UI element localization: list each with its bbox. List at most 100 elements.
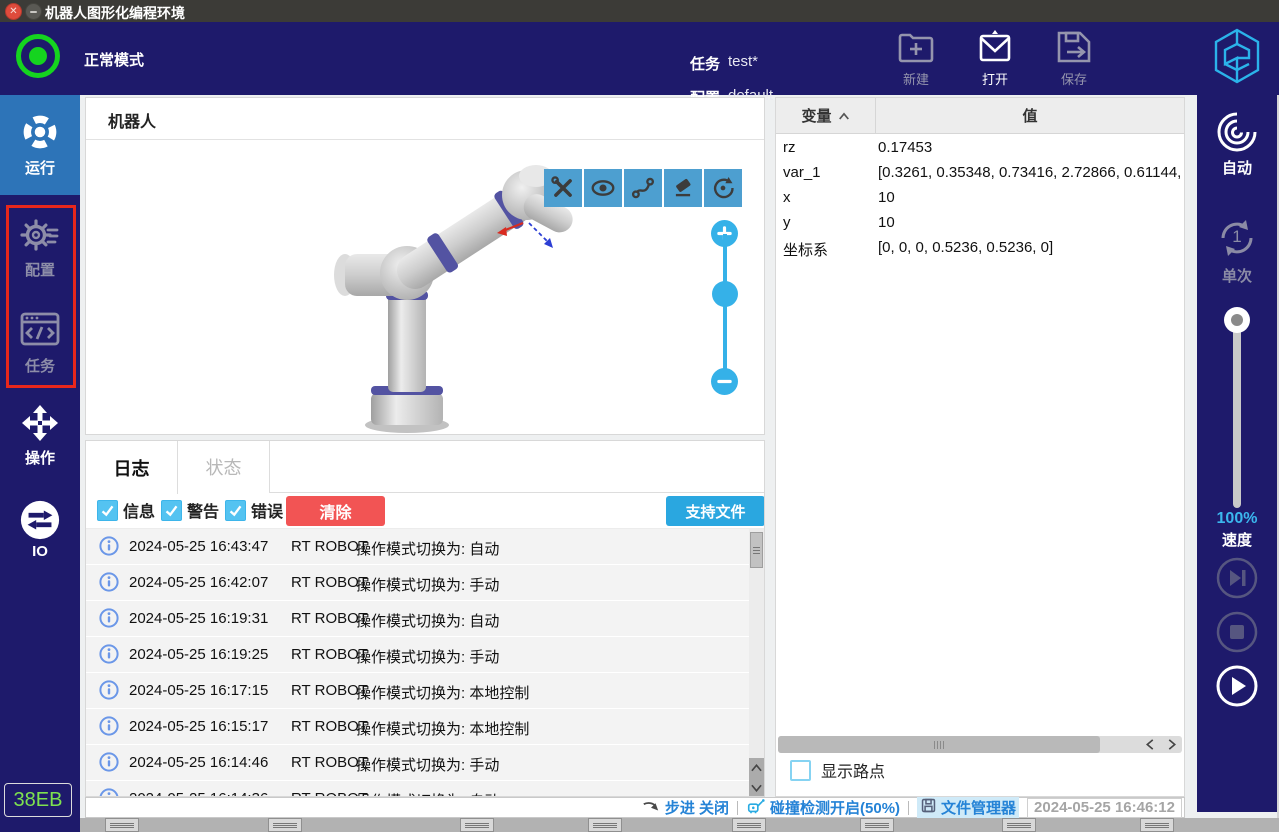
variable-row[interactable]: x 10 [776,186,1184,211]
scroll-up-icon[interactable] [749,758,764,778]
close-icon[interactable]: ✕ [5,3,22,20]
log-row[interactable]: 2024-05-25 16:19:31 RT ROBOT 操作模式切换为: 自动 [86,601,749,636]
column-header-value[interactable]: 值 [876,98,1184,134]
show-waypoints-label: 显示路点 [821,764,886,781]
open-button[interactable]: 打开 [972,28,1018,90]
clear-log-button[interactable]: 清除 [286,496,385,526]
log-time: 2024-05-25 16:19:31 [129,610,269,627]
new-button[interactable]: 新建 [893,28,939,90]
info-icon [99,572,119,592]
divider [908,800,910,815]
sidebar-item-io[interactable]: IO [0,499,80,560]
support-file-button[interactable]: 支持文件 [666,496,764,526]
variable-rows: rz 0.17453 var_1 [0.3261, 0.35348, 0.734… [776,136,1184,261]
checkbox-unchecked-icon[interactable] [790,759,811,781]
eraser-button[interactable] [664,169,702,207]
variable-name: x [783,189,791,206]
log-row[interactable]: 2024-05-25 16:14:46 RT ROBOT 操作模式切换为: 手动 [86,745,749,780]
log-row[interactable]: 2024-05-25 16:17:15 RT ROBOT 操作模式切换为: 本地… [86,673,749,708]
speed-label: 速度 [1221,532,1252,549]
tools-button[interactable] [544,169,582,207]
eye-button[interactable] [584,169,622,207]
zoom-out-button[interactable] [711,368,738,395]
horizontal-scrollbar[interactable] [778,736,1182,753]
filter-info-checkbox[interactable]: 信息 [97,498,155,522]
zoom-slider-track[interactable] [722,234,727,382]
filter-warning-checkbox[interactable]: 警告 [161,498,219,522]
tab-log[interactable]: 日志 [86,441,178,494]
scroll-left-icon[interactable] [1140,736,1160,753]
scroll-right-icon[interactable] [1162,736,1182,753]
info-icon [99,752,119,772]
sidebar-item-operate[interactable]: 操作 [0,403,80,468]
variables-panel: 变量 值 rz 0.17453 var_1 [0.3261, 0.35348, … [775,97,1185,797]
variable-row[interactable]: y 10 [776,211,1184,236]
log-row[interactable]: 2024-05-25 16:14:36 RT ROBOT 操作模式切换为: 自动 [86,781,749,796]
log-scrollbar[interactable] [749,529,764,796]
step-status-label: 步进 关闭 [664,800,730,817]
variable-name: 坐标系 [783,242,829,259]
single-cycle-button[interactable]: 1 [1214,215,1260,266]
minimize-icon[interactable] [25,3,42,20]
scrollbar-thumb[interactable] [778,736,1100,753]
log-row[interactable]: 2024-05-25 16:15:17 RT ROBOT 操作模式切换为: 本地… [86,709,749,744]
variable-row[interactable]: var_1 [0.3261, 0.35348, 0.73416, 2.72866… [776,161,1184,186]
sidebar-item-task[interactable]: 任务 [0,311,80,376]
variable-value: 10 [878,189,895,206]
filter-warning-label: 警告 [187,504,220,521]
scroll-down-icon[interactable] [749,778,764,796]
save-button-label: 保存 [1060,72,1087,87]
path-button[interactable] [624,169,662,207]
save-button[interactable]: 保存 [1051,28,1097,90]
filter-error-checkbox[interactable]: 错误 [225,498,283,522]
single-cycle-count: 1 [1232,227,1242,246]
background-file-icon [860,818,894,832]
log-message: 操作模式切换为: 手动 [356,649,500,666]
step-mode-status[interactable]: 步进 关闭 [641,797,729,819]
variable-row[interactable]: 坐标系 [0, 0, 0, 0.5236, 0.5236, 0] [776,236,1184,261]
panel-title: 机器人 [108,114,157,131]
window-title: 机器人图形化编程环境 [45,5,185,21]
scrollbar-thumb[interactable] [750,532,763,568]
divider [86,139,764,140]
step-next-button[interactable] [1216,557,1258,599]
log-message: 操作模式切换为: 自动 [356,613,500,630]
file-manager-button[interactable]: 文件管理器 [917,797,1020,818]
play-button[interactable] [1216,665,1258,707]
sidebar-item-run-label: 运行 [24,160,55,177]
sidebar-item-run[interactable]: 运行 [0,95,80,195]
log-time: 2024-05-25 16:14:36 [129,790,268,796]
show-waypoints-option[interactable]: 显示路点 [790,758,885,782]
log-message: 操作模式切换为: 本地控制 [356,685,530,702]
tab-status[interactable]: 状态 [178,441,270,493]
log-row[interactable]: 2024-05-25 16:19:25 RT ROBOT 操作模式切换为: 手动 [86,637,749,672]
background-file-icon [1002,818,1036,832]
log-row[interactable]: 2024-05-25 16:43:47 RT ROBOT 操作模式切换为: 自动 [86,529,749,564]
variable-row[interactable]: rz 0.17453 [776,136,1184,161]
log-filter-bar: 信息 警告 错误 清除 支持文件 [86,493,764,529]
speed-slider-knob[interactable] [1224,307,1250,333]
auto-mode-button[interactable] [1214,109,1260,160]
rotate-view-button[interactable] [704,169,742,207]
value-column-label: 值 [1022,108,1038,125]
log-message: 操作模式切换为: 手动 [356,757,500,774]
tab-log-label: 日志 [113,458,150,479]
stop-button[interactable] [1216,611,1258,653]
status-badge: 38EB [4,783,72,817]
column-header-variable[interactable]: 变量 [776,98,876,134]
info-icon [99,788,119,796]
info-icon [99,644,119,664]
sidebar-item-config[interactable]: 配置 [0,215,80,280]
view-toolbar [544,169,742,207]
collision-detect-status[interactable]: 碰撞检测开启(50%) [746,796,900,820]
app-window: ✕ 机器人图形化编程环境 正常模式 任务 test* 配置 default 新建 [0,0,1279,832]
speed-slider-track[interactable] [1233,320,1241,508]
log-time: 2024-05-25 16:43:47 [129,538,269,555]
log-row[interactable]: 2024-05-25 16:42:07 RT ROBOT 操作模式切换为: 手动 [86,565,749,600]
log-message: 操作模式切换为: 自动 [356,541,500,558]
sidebar-item-operate-label: 操作 [24,450,55,467]
zoom-slider-knob[interactable] [711,281,738,307]
background-file-icon [105,818,139,832]
io-icon [0,499,80,540]
log-message: 操作模式切换为: 自动 [356,790,499,796]
